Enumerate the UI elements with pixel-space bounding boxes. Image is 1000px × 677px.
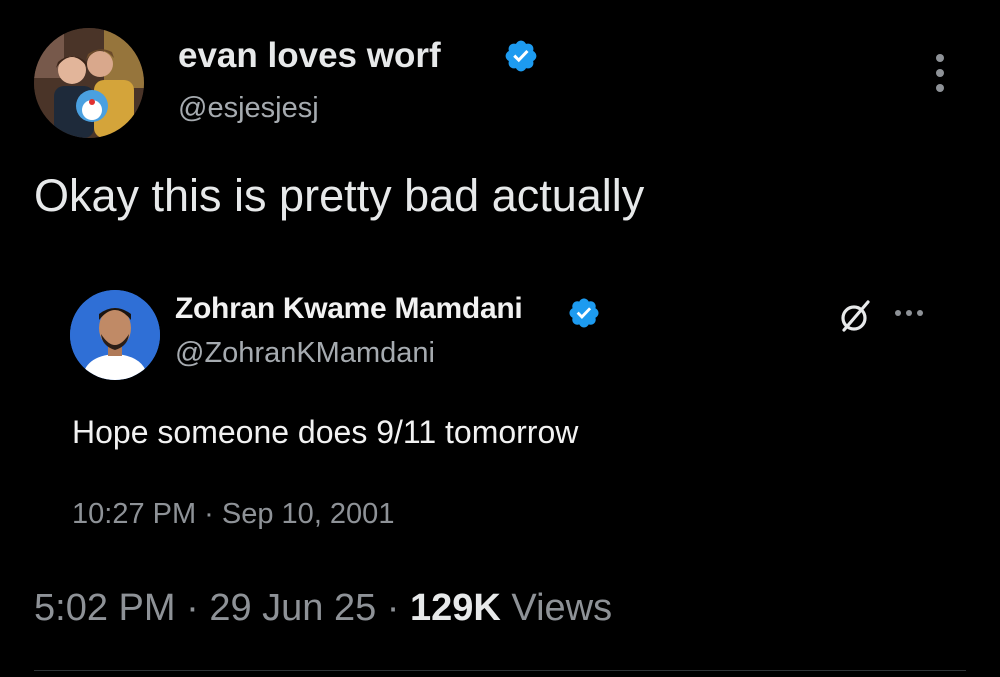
meta-separator: · [386,587,400,629]
divider [34,670,966,671]
verified-badge-icon [567,296,601,330]
quoted-tweet-timestamp[interactable]: 10:27 PM · Sep 10, 2001 [72,498,394,531]
tweet-time[interactable]: 5:02 PM [34,587,176,629]
quoted-avatar-photo [70,290,160,380]
grok-icon[interactable] [835,296,875,336]
quoted-author-avatar[interactable] [70,290,160,380]
verified-badge-icon [503,38,539,74]
more-options-icon[interactable] [890,306,930,320]
more-options-icon[interactable] [930,52,950,94]
meta-separator: · [186,587,199,629]
author-handle[interactable]: @esjesjesj [178,92,319,125]
quoted-author-name[interactable]: Zohran Kwame Mamdani [175,292,523,326]
avatar-photo [34,28,144,138]
quoted-author-handle[interactable]: @ZohranKMamdani [175,337,435,370]
author-avatar[interactable] [34,28,144,138]
views-label[interactable]: Views [511,587,612,629]
tweet-date[interactable]: 29 Jun 25 [209,587,376,629]
tweet-meta-row: 5:02 PM · 29 Jun 25 · 129K Views [34,587,612,630]
quoted-tweet-text: Hope someone does 9/11 tomorrow [72,414,579,450]
tweet-text: Okay this is pretty bad actually [34,170,645,221]
views-count[interactable]: 129K [410,587,501,629]
author-name[interactable]: evan loves worf [178,36,441,76]
